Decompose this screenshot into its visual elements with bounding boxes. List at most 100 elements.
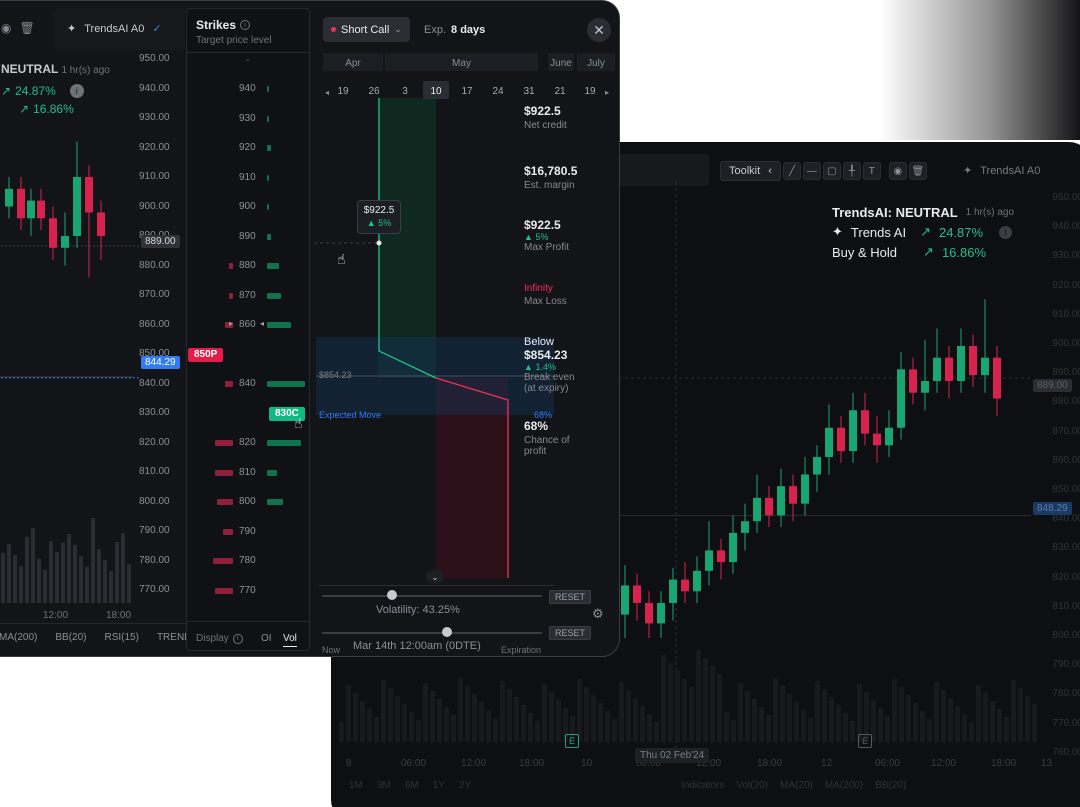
price-tick: 870.00 — [139, 289, 170, 300]
volume-bar — [913, 703, 918, 742]
volume-bar — [388, 688, 393, 742]
indicator-option[interactable]: MA(200) — [0, 632, 37, 643]
net-credit-value: $922.5 — [524, 104, 561, 118]
strike-row[interactable]: 780 — [187, 555, 311, 569]
volume-bar — [766, 715, 771, 742]
volatility-reset-button[interactable]: RESET — [549, 590, 592, 604]
call-volume-bar — [267, 263, 279, 269]
strike-row[interactable]: 910 — [187, 172, 311, 186]
time-slider[interactable] — [322, 632, 542, 634]
timeframe-option[interactable]: 3M — [377, 780, 391, 791]
vol-toggle[interactable]: Vol — [283, 633, 297, 647]
strike-row[interactable]: 920 — [187, 142, 311, 156]
earnings-marker[interactable]: E — [565, 734, 579, 748]
strike-row[interactable]: 870 — [187, 290, 311, 304]
volume-bar — [381, 680, 386, 742]
volume-bar — [794, 702, 799, 742]
volume-bar — [486, 710, 491, 742]
day-label: 10 — [430, 86, 442, 97]
indicator-option[interactable]: BB(20) — [875, 780, 906, 791]
indicator-option[interactable]: BB(20) — [55, 632, 86, 643]
strike-row[interactable]: 790 — [187, 526, 311, 540]
call-volume-bar — [267, 204, 269, 210]
break-even-metric: Below $854.23 ▲ 1.4% Break even (at expiry) — [524, 336, 575, 394]
candle — [705, 521, 713, 586]
strike-row[interactable]: 840 — [187, 378, 311, 392]
time-tick: 10 — [581, 758, 593, 769]
volume-bar — [61, 543, 65, 603]
strike-row[interactable]: 930 — [187, 113, 311, 127]
volume-bar — [689, 687, 694, 742]
timeframe-option[interactable]: 1M — [349, 780, 363, 791]
candle-body — [73, 177, 81, 236]
timeframe-option[interactable]: 6M — [405, 780, 419, 791]
candle-body — [27, 200, 35, 219]
time-slider-handle[interactable] — [442, 627, 452, 637]
candle-body — [933, 357, 941, 382]
indicator-option[interactable]: Vol(20) — [736, 780, 768, 791]
strike-row[interactable]: 800 — [187, 496, 311, 510]
price-tick: 860.00 — [1052, 454, 1080, 466]
price-tick: 880.00 — [1052, 396, 1080, 408]
put-pill[interactable]: 850P — [188, 348, 224, 362]
candle — [645, 591, 653, 638]
mini-chart-panel: ◉ 🗑 ✦ TrendsAI A0 ✓ NEUTRAL 1 hr(s) ago … — [0, 1, 191, 656]
indicator-option[interactable]: MA(200) — [825, 780, 863, 791]
strike-row[interactable]: 890 — [187, 231, 311, 245]
timeframe-option[interactable]: 2Y — [459, 780, 471, 791]
day-label: 24 — [492, 86, 504, 97]
candle — [789, 474, 797, 522]
volume-bar — [801, 710, 806, 742]
put-volume-bar — [229, 292, 233, 299]
strike-row[interactable]: 940 — [187, 83, 311, 97]
call-volume-bar — [267, 440, 301, 446]
strike-row[interactable]: 820 — [187, 437, 311, 451]
time-reset-button[interactable]: RESET — [549, 626, 592, 640]
timeframe-option[interactable]: 1Y — [433, 780, 445, 791]
strike-price: 900 — [239, 201, 256, 212]
strikes-panel: Strikes i Target price level - 940 930 920 9… — [186, 8, 311, 651]
indicator-option[interactable]: RSI(15) — [104, 632, 138, 643]
put-volume-bar — [215, 469, 233, 476]
strike-price: 890 — [239, 230, 256, 242]
indicator-option[interactable]: Indicators — [681, 780, 724, 791]
chevron-down-icon[interactable]: ⌄ — [426, 570, 444, 584]
volatility-slider[interactable] — [322, 595, 542, 597]
volume-bar — [535, 721, 540, 742]
chevron-left-icon: ◂ — [325, 88, 329, 97]
info-icon[interactable]: i — [232, 633, 243, 644]
oi-toggle[interactable]: OI — [261, 633, 272, 644]
indicator-bar: Indicators Vol(20) MA(20) MA(200) BB(20) — [681, 780, 906, 791]
candle — [765, 486, 773, 528]
volume-bar — [1025, 696, 1030, 742]
candle-body — [85, 177, 93, 213]
candle-body — [49, 218, 57, 248]
candle-body — [861, 410, 869, 434]
volume-bar — [416, 720, 421, 742]
strike-row[interactable]: 900 — [187, 201, 311, 215]
payoff-chart[interactable]: Apr May June July ◂ ▸ 19 26 3 10 17 24 31 21 19 — [314, 8, 620, 657]
call-volume-bar — [267, 115, 269, 122]
candle-body — [909, 369, 917, 393]
indicator-option[interactable]: MA(20) — [780, 780, 813, 791]
volatility-slider-handle[interactable] — [387, 590, 397, 600]
gear-icon[interactable]: ⚙ — [592, 606, 604, 622]
info-icon[interactable]: i — [240, 20, 251, 30]
call-volume-bar — [267, 322, 291, 328]
volume-bar — [647, 714, 652, 742]
candle — [801, 456, 809, 516]
time-exp-label: Expiration — [501, 645, 542, 655]
candle — [17, 177, 25, 231]
call-volume-bar — [267, 86, 269, 92]
volume-bar — [542, 684, 547, 742]
background-gradient — [880, 0, 1080, 140]
candle-body — [801, 474, 809, 504]
price-tick: 850.00 — [1052, 484, 1080, 495]
strike-row[interactable]: 770 — [187, 585, 311, 599]
earnings-marker[interactable]: E — [858, 734, 872, 748]
strike-row[interactable]: 860 ▸ ◂ — [187, 319, 311, 333]
price-tick: 840.00 — [139, 377, 170, 389]
strike-row[interactable]: 810 — [187, 467, 311, 481]
strike-row[interactable]: 880 — [187, 260, 311, 274]
candle — [729, 515, 737, 574]
